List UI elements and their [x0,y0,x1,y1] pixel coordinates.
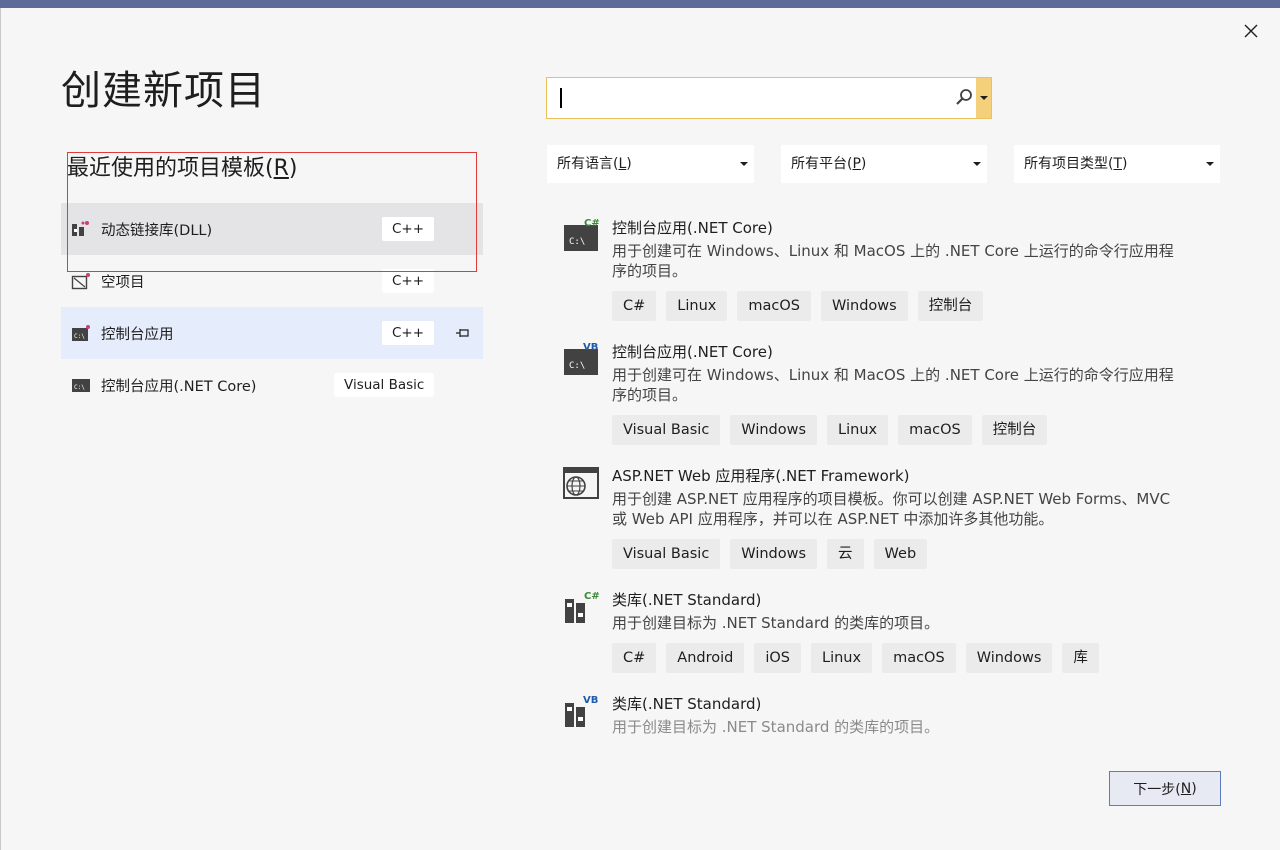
chevron-down-icon [979,95,988,100]
chevron-down-icon [1206,162,1214,166]
class-library-csharp-icon: C# [565,591,600,623]
template-tags: Visual Basic Windows 云 Web [612,539,928,569]
recent-item-label: 空项目 [101,274,145,291]
template-name: 类库(.NET Standard) [612,591,762,609]
search-icon[interactable] [954,86,976,108]
class-library-vb-icon: VB [565,695,598,727]
close-button[interactable] [1240,20,1262,42]
empty-project-icon [71,272,91,290]
tag: 云 [827,539,864,569]
tag: Web [873,539,928,569]
template-description: 用于创建可在 Windows、Linux 和 MacOS 上的 .NET Cor… [612,242,1174,280]
recent-item-console-app[interactable]: C:\ 控制台应用 C++ [61,307,483,359]
language-tag: Visual Basic [334,373,435,397]
tag: C# [612,291,657,321]
chevron-down-icon [740,162,748,166]
tag: macOS [898,415,972,445]
tag: Windows [820,291,908,321]
tag: Linux [811,643,873,673]
recent-item-label: 动态链接库(DLL) [101,222,213,239]
template-tags: Visual Basic Windows Linux macOS 控制台 [612,415,1048,445]
recent-templates-list: 动态链接库(DLL) C++ 空项目 C++ C:\ 控制台应用 C++ C:\… [61,203,483,411]
close-icon [1244,24,1258,38]
language-tag: C++ [382,321,435,345]
search-box[interactable] [546,77,992,119]
tag: macOS [882,643,956,673]
svg-text:C:\: C:\ [569,361,585,371]
dll-icon [71,220,91,238]
svg-text:VB: VB [583,342,598,353]
tag: 库 [1062,643,1099,673]
template-description: 用于创建目标为 .NET Standard 的类库的项目。 [612,614,940,632]
search-input[interactable] [547,78,947,118]
language-filter-dropdown[interactable]: 所有语言(L) [547,145,754,183]
language-tag: C++ [382,217,435,241]
template-item-class-library-vb[interactable]: VB 类库(.NET Standard) 用于创建目标为 .NET Standa… [562,693,1182,743]
svg-text:C#: C# [584,591,600,602]
template-name: 控制台应用(.NET Core) [612,343,773,361]
svg-text:C:\: C:\ [74,333,85,340]
console-app-vb-icon: C:\ VB [564,342,598,375]
template-description: 用于创建目标为 .NET Standard 的类库的项目。 [612,718,940,736]
template-item-class-library-csharp[interactable]: C# 类库(.NET Standard) 用于创建目标为 .NET Standa… [562,589,1182,679]
template-description: 用于创建 ASP.NET 应用程序的项目模板。你可以创建 ASP.NET Web… [612,490,1171,528]
tag: Windows [965,643,1053,673]
recent-item-label: 控制台应用(.NET Core) [101,378,257,395]
tag: Linux [666,291,728,321]
console-app-csharp-icon: C:\ C# [564,218,600,251]
recent-item-console-app-netcore[interactable]: C:\ 控制台应用(.NET Core) Visual Basic [61,359,483,411]
recent-item-dll[interactable]: 动态链接库(DLL) C++ [61,203,483,255]
recent-templates-heading: 最近使用的项目模板(R) [67,156,298,181]
chevron-down-icon [973,162,981,166]
svg-text:C:\: C:\ [569,237,585,247]
next-button[interactable]: 下一步(N) [1109,771,1221,806]
tag: Linux [827,415,889,445]
recent-item-label: 控制台应用 [101,326,174,343]
recent-item-empty-project[interactable]: 空项目 C++ [61,255,483,307]
web-globe-icon [563,467,599,499]
project-type-filter-dropdown[interactable]: 所有项目类型(T) [1014,145,1220,183]
page-title: 创建新项目 [61,68,266,114]
tag: Visual Basic [612,539,721,569]
template-item-console-netcore-vb[interactable]: C:\ VB 控制台应用(.NET Core) 用于创建可在 Windows、L… [562,341,1182,451]
console-app-icon: C:\ [71,376,91,394]
tag: C# [612,643,657,673]
template-tags: C# Android iOS Linux macOS Windows 库 [612,643,1099,673]
platform-filter-dropdown[interactable]: 所有平台(P) [781,145,987,183]
template-description: 用于创建可在 Windows、Linux 和 MacOS 上的 .NET Cor… [612,366,1174,404]
template-tags: C# Linux macOS Windows 控制台 [612,291,984,321]
console-app-icon: C:\ [71,324,91,342]
tag: iOS [754,643,801,673]
template-item-console-netcore-csharp[interactable]: C:\ C# 控制台应用(.NET Core) 用于创建可在 Windows、L… [562,217,1182,327]
language-tag: C++ [382,269,435,293]
window-top-accent-bar [0,0,1280,8]
search-dropdown-button[interactable] [976,78,991,118]
tag: 控制台 [981,415,1048,445]
template-name: 控制台应用(.NET Core) [612,219,773,237]
window-left-border [0,8,1,850]
svg-text:C:\: C:\ [74,384,85,391]
text-caret [560,88,562,108]
template-name: 类库(.NET Standard) [612,695,762,713]
svg-text:VB: VB [583,695,598,706]
tag: Windows [730,539,818,569]
svg-text:C#: C# [584,218,600,229]
pin-icon[interactable] [455,326,471,340]
tag: Visual Basic [612,415,721,445]
template-name: ASP.NET Web 应用程序(.NET Framework) [612,467,910,485]
template-item-aspnet-web[interactable]: ASP.NET Web 应用程序(.NET Framework) 用于创建 AS… [562,465,1182,575]
tag: 控制台 [917,291,984,321]
tag: Android [666,643,745,673]
tag: macOS [737,291,811,321]
tag: Windows [730,415,818,445]
